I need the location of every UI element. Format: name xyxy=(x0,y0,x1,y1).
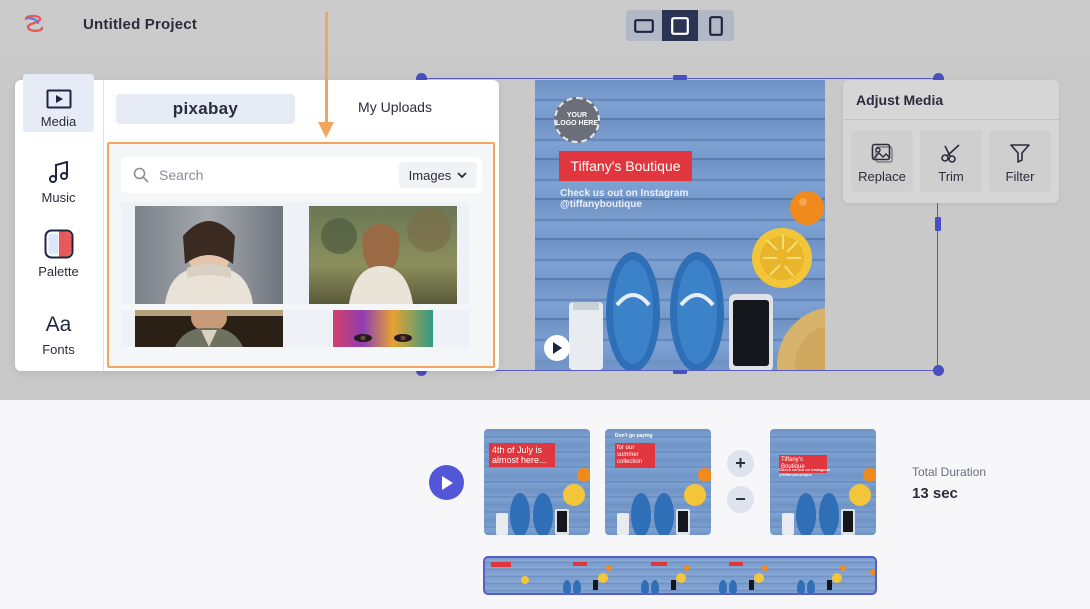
filmstrip-frames xyxy=(491,562,875,593)
replace-label: Replace xyxy=(858,169,906,184)
palette-icon xyxy=(44,229,73,259)
media-thumbnail[interactable] xyxy=(295,310,469,347)
sidebar: Media Music Palette Aa Fonts xyxy=(15,74,103,371)
preview-play-button[interactable] xyxy=(544,335,570,361)
timeline-play-button[interactable] xyxy=(429,465,464,500)
man-suit-photo xyxy=(135,310,283,347)
annotation-arrow-line xyxy=(325,12,328,124)
adjust-media-title: Adjust Media xyxy=(856,92,944,108)
total-duration-label: Total Duration xyxy=(912,465,987,479)
landscape-ratio-icon xyxy=(634,18,654,33)
portrait-ratio-button[interactable] xyxy=(698,10,734,41)
landscape-ratio-button[interactable] xyxy=(626,10,662,41)
sidebar-item-fonts[interactable]: Aa Fonts xyxy=(23,302,94,360)
media-type-select[interactable]: Images xyxy=(399,162,477,188)
trim-button[interactable]: Trim xyxy=(920,130,982,192)
filter-button[interactable]: Filter xyxy=(989,130,1051,192)
design-preview[interactable]: YOUR LOGO HERE Tiffany's Boutique Check … xyxy=(535,80,825,370)
sidebar-item-music[interactable]: Music xyxy=(23,150,94,208)
trim-label: Trim xyxy=(938,169,964,184)
play-square-icon xyxy=(46,89,71,109)
play-icon xyxy=(553,342,562,354)
total-duration-value: 13 sec xyxy=(912,485,958,502)
media-thumbnail[interactable] xyxy=(121,202,295,304)
media-library-panel: Media Music Palette Aa Fonts pixabay My … xyxy=(15,74,499,371)
sidebar-item-media[interactable]: Media xyxy=(23,74,94,132)
timeline-filmstrip[interactable] xyxy=(483,556,877,595)
sidebar-item-label: Fonts xyxy=(42,342,75,357)
slide-illustration xyxy=(617,468,711,535)
slide-illustration xyxy=(782,468,876,535)
media-thumbnail[interactable] xyxy=(121,310,295,347)
annotation-arrow-head xyxy=(318,122,334,138)
tab-my-uploads[interactable]: My Uploads xyxy=(335,99,455,115)
aspect-ratio-toggle xyxy=(626,10,734,41)
slide-illustration xyxy=(496,468,590,535)
project-title[interactable]: Untitled Project xyxy=(83,16,197,33)
woman-sweater-photo xyxy=(135,206,283,304)
portrait-ratio-icon xyxy=(709,15,723,36)
media-type-value: Images xyxy=(408,167,452,183)
funnel-icon xyxy=(1010,144,1030,163)
search-bar: Images xyxy=(121,157,482,193)
resize-handle-right[interactable] xyxy=(935,217,941,231)
summer-items-illustration xyxy=(569,191,825,370)
divider xyxy=(843,119,1059,120)
resize-handle-bottom-right[interactable] xyxy=(933,365,944,376)
adjust-media-panel: Adjust Media Replace Trim Filter xyxy=(843,80,1059,203)
add-slide-button[interactable]: + xyxy=(727,450,754,477)
app-logo-icon[interactable] xyxy=(22,14,46,36)
square-ratio-icon xyxy=(671,16,689,35)
play-icon xyxy=(441,475,453,490)
media-thumbnail[interactable] xyxy=(295,202,469,304)
sidebar-item-label: Palette xyxy=(38,264,79,279)
timeline-slide-3[interactable]: Tiffany's Boutique Check us out on Insta… xyxy=(770,429,876,535)
search-icon xyxy=(133,167,149,183)
scissors-icon xyxy=(941,144,960,163)
search-input[interactable] xyxy=(159,157,389,193)
filter-label: Filter xyxy=(1005,169,1035,184)
woman-field-photo xyxy=(309,206,457,304)
tab-pixabay[interactable]: pixabay xyxy=(116,94,295,124)
square-ratio-button[interactable] xyxy=(662,10,698,41)
chevron-down-icon xyxy=(457,171,467,178)
image-icon xyxy=(871,143,893,163)
colorful-face-photo xyxy=(333,310,433,347)
timeline-slide-2[interactable]: Don't go paying for our summer collectio… xyxy=(605,429,711,535)
remove-slide-button[interactable]: − xyxy=(727,486,754,513)
sidebar-item-label: Music xyxy=(41,190,76,205)
divider xyxy=(103,80,104,371)
music-note-icon xyxy=(48,161,68,183)
timeline-slide-1[interactable]: 4th of July is almost here... xyxy=(484,429,590,535)
media-browser: Images xyxy=(107,142,495,368)
fonts-icon: Aa xyxy=(45,313,72,336)
sidebar-item-label: Media xyxy=(40,114,77,129)
top-bar: Untitled Project xyxy=(0,0,1090,52)
sidebar-item-palette[interactable]: Palette xyxy=(23,224,94,282)
replace-button[interactable]: Replace xyxy=(851,130,913,192)
